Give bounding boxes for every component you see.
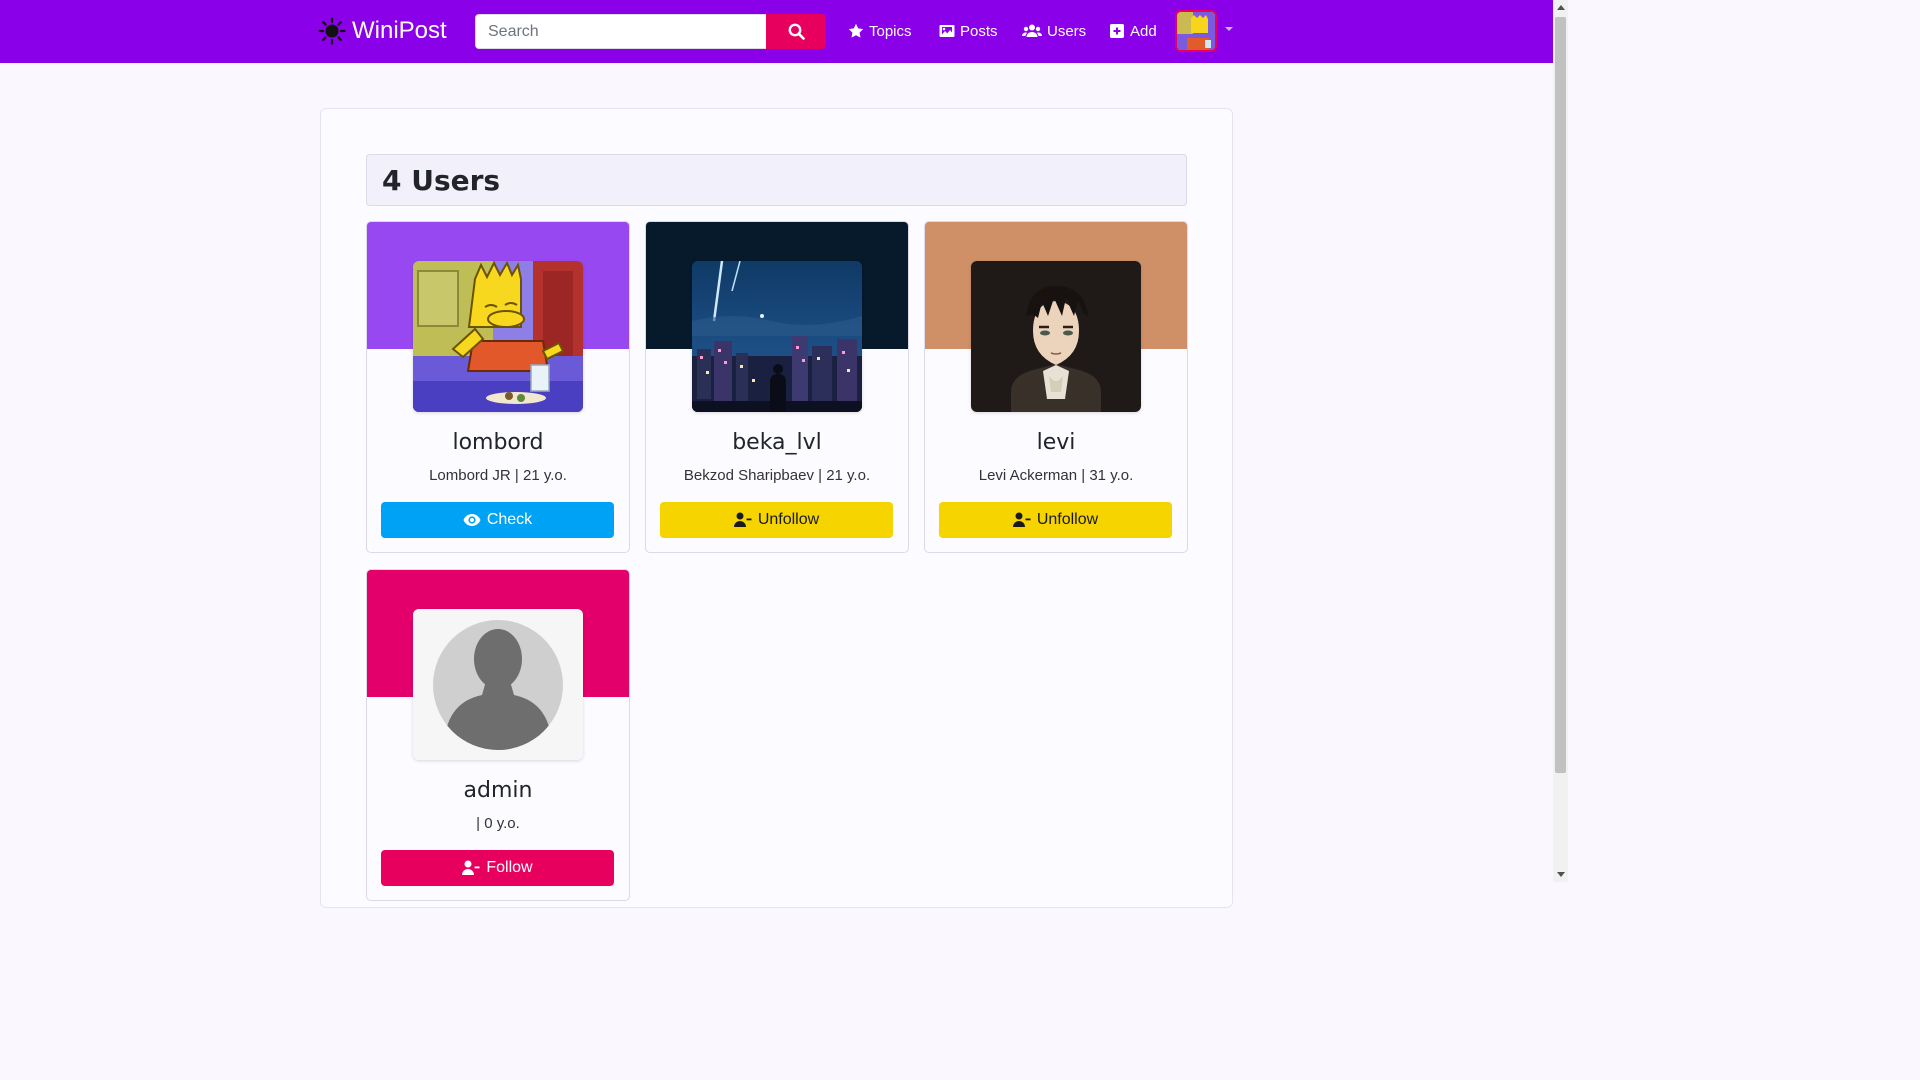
unfollow-button[interactable]: Unfollow <box>939 502 1172 538</box>
username: beka_lvl <box>732 430 822 455</box>
search-form <box>475 14 826 49</box>
check-button[interactable]: Check <box>381 502 614 538</box>
nav-users-label: Users <box>1047 22 1087 40</box>
page-heading-box: 4 Users <box>366 154 1187 206</box>
search-icon <box>788 23 805 40</box>
user-card: lombord Lombord JR | 21 y.o. Check <box>366 221 630 553</box>
avatar-image <box>971 261 1141 412</box>
navbar: WiniPost Topics Posts Users Add <box>0 0 1553 63</box>
nav-posts-label: Posts <box>960 22 998 40</box>
image-icon <box>939 25 955 37</box>
nav-add-label: Add <box>1130 22 1157 40</box>
nav-users[interactable]: Users <box>1022 19 1086 43</box>
avatar-image <box>692 261 862 412</box>
eye-icon <box>463 514 481 526</box>
avatar-image <box>1177 12 1215 50</box>
brand-name: WiniPost <box>352 17 447 44</box>
nav-topics[interactable]: Topics <box>848 19 912 43</box>
default-avatar-icon <box>413 609 583 760</box>
scrollbar-thumb[interactable] <box>1555 17 1566 773</box>
scrollbar[interactable] <box>1553 0 1568 882</box>
unfollow-button-label: Unfollow <box>1036 511 1099 528</box>
user-avatar-image[interactable] <box>413 261 583 412</box>
nav-topics-label: Topics <box>869 22 912 40</box>
user-subtitle: | 0 y.o. <box>476 815 520 832</box>
unfollow-button[interactable]: Unfollow <box>660 502 893 538</box>
user-minus-icon <box>462 860 480 875</box>
scroll-down-arrow-icon[interactable] <box>1557 872 1565 877</box>
plus-square-icon <box>1110 24 1124 38</box>
user-minus-icon <box>1012 512 1031 527</box>
user-minus-icon <box>733 512 752 527</box>
user-avatar-image[interactable] <box>413 609 583 760</box>
user-subtitle: Levi Ackerman | 31 y.o. <box>978 467 1134 484</box>
username: admin <box>463 778 533 803</box>
user-card: admin | 0 y.o. Follow <box>366 569 630 901</box>
brand-link[interactable]: WiniPost <box>318 13 447 49</box>
user-avatar-image[interactable] <box>692 261 862 412</box>
username: lombord <box>452 430 544 455</box>
page-title: 4 Users <box>382 164 501 197</box>
user-card: levi Levi Ackerman | 31 y.o. Unfollow <box>924 221 1188 553</box>
username: levi <box>1036 430 1076 455</box>
user-avatar-image[interactable] <box>971 261 1141 412</box>
check-button-label: Check <box>486 511 533 528</box>
avatar-image <box>413 261 583 412</box>
user-avatar[interactable] <box>1175 10 1217 52</box>
search-input[interactable] <box>475 14 766 49</box>
follow-button[interactable]: Follow <box>381 850 614 886</box>
user-subtitle: Bekzod Sharipbaev | 21 y.o. <box>683 467 871 484</box>
unfollow-button-label: Unfollow <box>757 511 820 528</box>
star-icon <box>848 23 864 38</box>
users-icon <box>1022 24 1042 37</box>
chevron-down-icon[interactable] <box>1225 27 1233 31</box>
scroll-up-arrow-icon[interactable] <box>1557 5 1565 10</box>
user-card: beka_lvl Bekzod Sharipbaev | 21 y.o. Unf… <box>645 221 909 553</box>
follow-button-label: Follow <box>486 859 533 876</box>
user-subtitle: Lombord JR | 21 y.o. <box>429 467 567 484</box>
nav-posts[interactable]: Posts <box>939 19 998 43</box>
sun-icon <box>318 17 346 45</box>
nav-add[interactable]: Add <box>1109 19 1157 43</box>
search-button[interactable] <box>766 14 826 49</box>
